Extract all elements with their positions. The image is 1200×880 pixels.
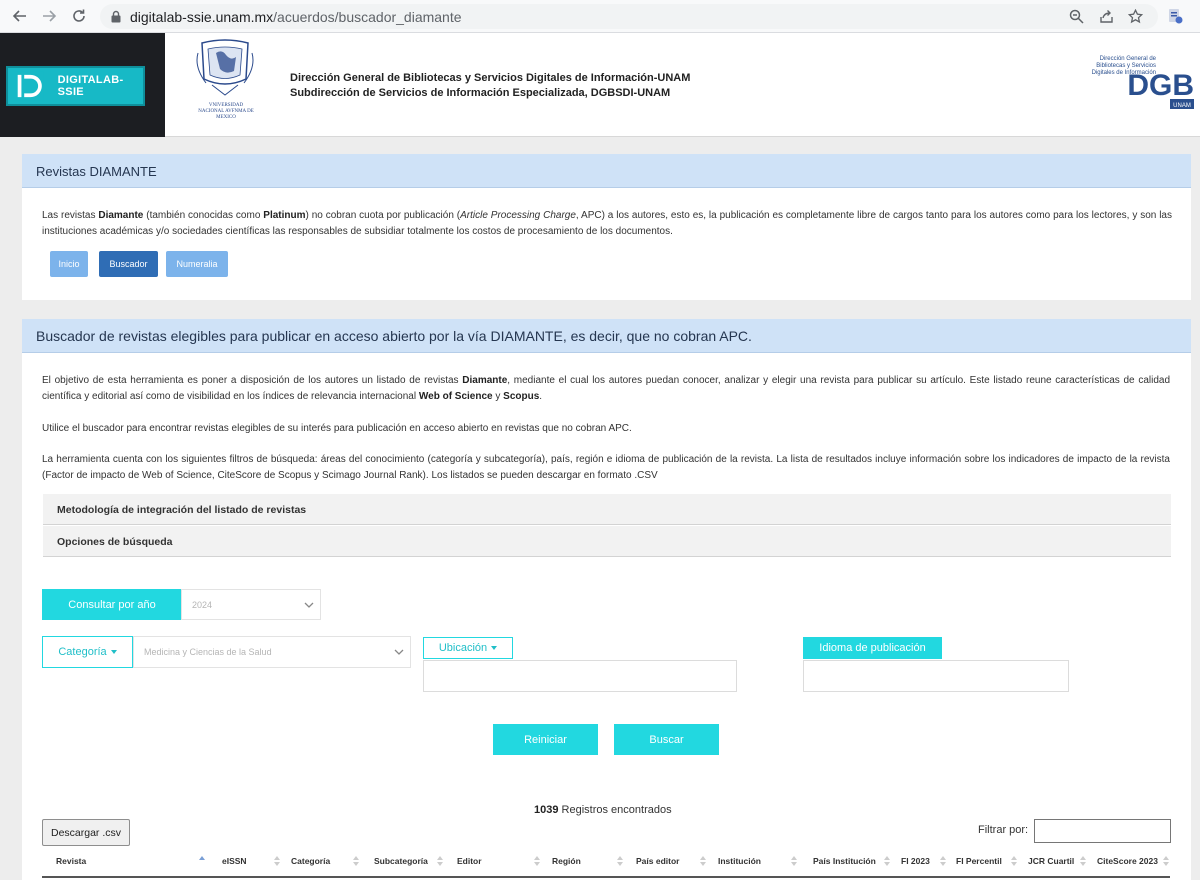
back-arrow-icon[interactable] xyxy=(10,6,30,26)
objective-paragraph: El objetivo de esta herramienta es poner… xyxy=(42,375,1171,402)
sort-icon[interactable] xyxy=(884,855,890,867)
sort-icon[interactable] xyxy=(1163,855,1169,867)
brand-name: DIGITALAB-SSIE xyxy=(57,74,124,98)
sort-icon[interactable] xyxy=(700,855,706,867)
brand-block: DIGITALAB-SSIE xyxy=(0,33,165,137)
crest-caption: VNIVERSIDAD NACIONAL AVFNMA DE MEXICO xyxy=(198,103,254,120)
table-header-rule xyxy=(42,876,1170,878)
column-header-pais-editor[interactable]: País editor xyxy=(636,856,679,866)
site-header: DIGITALAB-SSIE VNIVERSIDAD NACIONAL AVFN… xyxy=(0,33,1200,137)
column-header-region[interactable]: Región xyxy=(552,856,581,866)
column-header-pais-institucion[interactable]: País Institución xyxy=(813,856,876,866)
filter-input[interactable] xyxy=(1034,819,1171,843)
category-button-label: Categoría xyxy=(58,646,107,658)
category-select[interactable]: Medicina y Ciencias de la Salud xyxy=(133,636,411,668)
dgb-logo-icon: DGB UNAM xyxy=(1127,69,1194,109)
address-bar[interactable]: digitalab-ssie.unam.mx/acuerdos/buscador… xyxy=(100,4,1158,29)
column-header-citescore-2023[interactable]: CiteScore 2023 xyxy=(1097,856,1158,866)
accordion-metodologia[interactable]: Metodología de integración del listado d… xyxy=(43,494,1171,525)
category-select-value: Medicina y Ciencias de la Salud xyxy=(144,647,272,657)
sort-asc-icon[interactable] xyxy=(199,855,205,867)
digitalab-logo[interactable]: DIGITALAB-SSIE xyxy=(6,66,145,106)
location-dropdown-button[interactable]: Ubicación xyxy=(423,637,513,659)
column-header-jcr-cuartil[interactable]: JCR Cuartil xyxy=(1028,856,1074,866)
column-header-fi-2023[interactable]: FI 2023 xyxy=(901,856,930,866)
caret-down-icon xyxy=(110,650,117,654)
sort-icon[interactable] xyxy=(353,855,359,867)
language-input[interactable] xyxy=(803,660,1069,692)
bookmark-star-icon[interactable] xyxy=(1127,8,1144,25)
digitalab-mark-icon xyxy=(14,71,44,101)
caret-down-icon xyxy=(491,646,498,650)
share-icon[interactable] xyxy=(1098,8,1115,25)
column-header-eissn[interactable]: eISSN xyxy=(222,856,247,866)
column-header-revista[interactable]: Revista xyxy=(56,856,86,866)
url-text: digitalab-ssie.unam.mx/acuerdos/buscador… xyxy=(130,9,462,25)
records-number: 1039 xyxy=(534,804,559,816)
sort-icon[interactable] xyxy=(437,855,443,867)
search-title: Buscador de revistas elegibles para publ… xyxy=(22,319,1191,353)
forward-arrow-icon[interactable] xyxy=(39,6,59,26)
download-csv-button[interactable]: Descargar .csv xyxy=(42,819,130,846)
chevron-down-icon xyxy=(394,649,404,655)
zoom-icon[interactable] xyxy=(1068,8,1085,25)
dgb-unam: UNAM xyxy=(1173,103,1191,109)
usage-paragraph: Utilice el buscador para encontrar revis… xyxy=(42,423,632,434)
tab-buscador[interactable]: Buscador xyxy=(99,251,158,277)
sort-icon[interactable] xyxy=(1080,855,1086,867)
records-count: 1039 Registros encontrados xyxy=(534,804,672,816)
category-dropdown-button[interactable]: Categoría xyxy=(42,636,133,668)
tab-inicio[interactable]: Inicio xyxy=(50,251,88,277)
sort-icon[interactable] xyxy=(940,855,946,867)
sort-icon[interactable] xyxy=(791,855,797,867)
intro-paragraph: Las revistas Diamante (también conocidas… xyxy=(42,210,1172,237)
sort-icon[interactable] xyxy=(1011,855,1017,867)
records-label: Registros encontrados xyxy=(558,804,672,816)
column-header-editor[interactable]: Editor xyxy=(457,856,482,866)
filter-label: Filtrar por: xyxy=(978,824,1029,836)
search-button[interactable]: Buscar xyxy=(614,724,719,755)
browser-toolbar: digitalab-ssie.unam.mx/acuerdos/buscador… xyxy=(0,0,1200,33)
sort-icon[interactable] xyxy=(274,855,280,867)
chevron-down-icon xyxy=(304,602,314,608)
column-header-fi-percentil[interactable]: FI Percentil xyxy=(956,856,1002,866)
intro-panel: Revistas DIAMANTE Las revistas Diamante … xyxy=(22,154,1191,300)
dgb-letters: DGB xyxy=(1127,69,1194,102)
reload-icon[interactable] xyxy=(69,6,89,26)
column-header-categoria[interactable]: Categoría xyxy=(291,856,330,866)
location-button-label: Ubicación xyxy=(438,642,488,654)
header-line-2: Subdirección de Servicios de Información… xyxy=(290,87,671,99)
filters-paragraph: La herramienta cuenta con los siguientes… xyxy=(42,454,1170,481)
column-header-institucion[interactable]: Institución xyxy=(718,856,761,866)
tab-numeralia[interactable]: Numeralia xyxy=(166,251,228,277)
header-institution: Dirección General de Bibliotecas y Servi… xyxy=(290,71,690,101)
intro-title: Revistas DIAMANTE xyxy=(22,154,1191,188)
sort-icon[interactable] xyxy=(534,855,540,867)
lock-icon xyxy=(111,10,121,23)
location-input[interactable] xyxy=(423,660,737,692)
year-select[interactable]: 2024 xyxy=(181,589,321,620)
accordion-opciones[interactable]: Opciones de búsqueda xyxy=(43,526,1171,557)
reset-button[interactable]: Reiniciar xyxy=(493,724,598,755)
extension-icon[interactable] xyxy=(1166,7,1184,25)
language-button[interactable]: Idioma de publicación xyxy=(803,637,942,659)
column-header-subcategoria[interactable]: Subcategoría xyxy=(374,856,428,866)
year-button[interactable]: Consultar por año xyxy=(42,589,182,620)
year-select-value: 2024 xyxy=(192,599,213,610)
header-line-1: Dirección General de Bibliotecas y Servi… xyxy=(290,72,691,84)
sort-icon[interactable] xyxy=(617,855,623,867)
